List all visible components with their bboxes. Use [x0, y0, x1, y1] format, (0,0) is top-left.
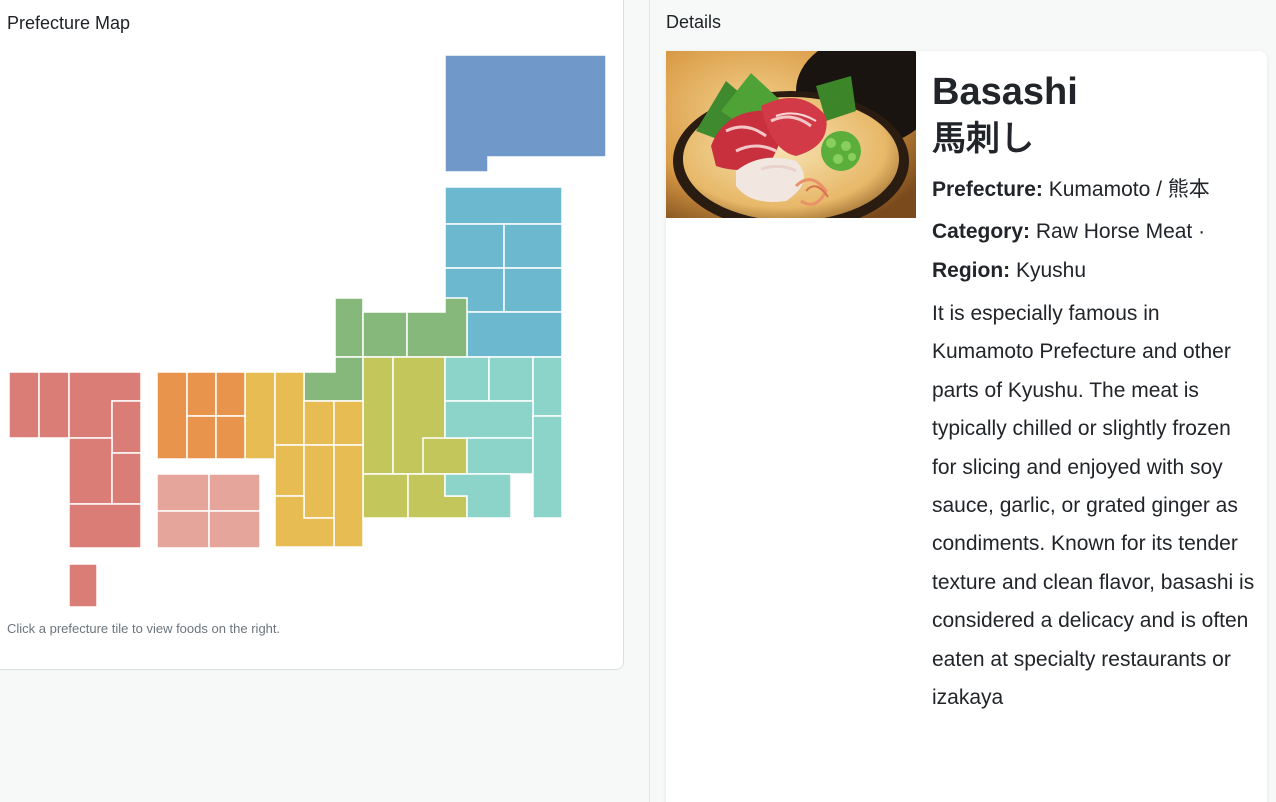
tile-miyazaki[interactable]: [111, 452, 142, 505]
tile-kumamoto[interactable]: [68, 437, 113, 505]
details-panel-title: Details: [666, 12, 722, 32]
category-label: Category:: [932, 220, 1031, 243]
tile-nagasaki[interactable]: [8, 371, 40, 439]
tile-ibaraki[interactable]: [532, 356, 563, 417]
tile-kyoto[interactable]: [274, 371, 305, 446]
food-name: Basashi: [932, 71, 1078, 113]
tile-gunma[interactable]: [444, 356, 490, 402]
prefecture-label: Prefecture:: [932, 178, 1043, 201]
tile-toyama[interactable]: [362, 311, 408, 358]
tile-saga[interactable]: [38, 371, 70, 439]
basashi-photo: [666, 51, 916, 218]
panel-divider: [649, 0, 650, 802]
tile-tottori[interactable]: [156, 371, 188, 460]
tile-tochigi[interactable]: [488, 356, 534, 402]
tile-hyogo[interactable]: [303, 400, 335, 446]
tile-shiga[interactable]: [244, 371, 276, 460]
tile-fukui[interactable]: [303, 356, 364, 402]
tile-aomori[interactable]: [444, 186, 563, 225]
tile-kochi[interactable]: [208, 510, 261, 549]
tile-wakayama[interactable]: [333, 444, 364, 548]
prefecture-tile-map: [8, 54, 607, 608]
tile-nara[interactable]: [303, 444, 335, 519]
tile-aichi[interactable]: [362, 473, 409, 519]
tile-ishikawa[interactable]: [334, 297, 364, 358]
tile-oita[interactable]: [111, 400, 142, 454]
region-row: Region: Kyushu: [932, 257, 1086, 285]
category-row: Category: Raw Horse Meat ·: [932, 218, 1205, 246]
tile-hokkaido[interactable]: [444, 54, 607, 173]
map-hint: Click a prefecture tile to view foods on…: [7, 621, 281, 636]
tile-saitama[interactable]: [444, 400, 534, 439]
tile-okayama[interactable]: [215, 371, 246, 417]
tile-niigata[interactable]: [406, 297, 468, 358]
prefecture-map-panel: Prefecture Map Click a prefecture tile t…: [0, 0, 624, 670]
region-label: Region:: [932, 259, 1011, 282]
category-value: Raw Horse Meat ·: [1035, 220, 1206, 243]
tile-tokushima[interactable]: [208, 473, 261, 512]
tile-hiroshima[interactable]: [186, 415, 217, 460]
tile-yamaguchi[interactable]: [215, 415, 246, 460]
tile-ehime[interactable]: [156, 510, 210, 549]
region-value: Kyushu: [1016, 259, 1087, 282]
tile-fukushima[interactable]: [466, 311, 563, 358]
tile-tokyo[interactable]: [466, 437, 534, 475]
tile-akita[interactable]: [444, 223, 505, 269]
tile-iwate[interactable]: [503, 223, 563, 269]
prefecture-row: Prefecture: Kumamoto / 熊本: [932, 176, 1210, 204]
prefecture-value: Kumamoto / 熊本: [1048, 178, 1210, 201]
tile-kagoshima[interactable]: [68, 503, 142, 549]
tile-kagawa[interactable]: [156, 473, 210, 512]
tile-chiba[interactable]: [532, 415, 563, 519]
tile-mie[interactable]: [333, 400, 364, 446]
tile-gifu[interactable]: [362, 356, 394, 475]
tile-miyagi[interactable]: [503, 267, 563, 313]
food-description: It is especially famous in Kumamoto Pref…: [932, 302, 1255, 710]
tile-okinawa[interactable]: [68, 563, 98, 608]
tile-osaka[interactable]: [274, 444, 305, 497]
tile-shimane[interactable]: [186, 371, 217, 417]
tile-yamanashi[interactable]: [422, 437, 468, 475]
food-detail-card: Basashi 馬刺し Prefecture: Kumamoto / 熊本 Ca…: [666, 51, 1267, 802]
food-name-japanese: 馬刺し: [932, 120, 1034, 158]
